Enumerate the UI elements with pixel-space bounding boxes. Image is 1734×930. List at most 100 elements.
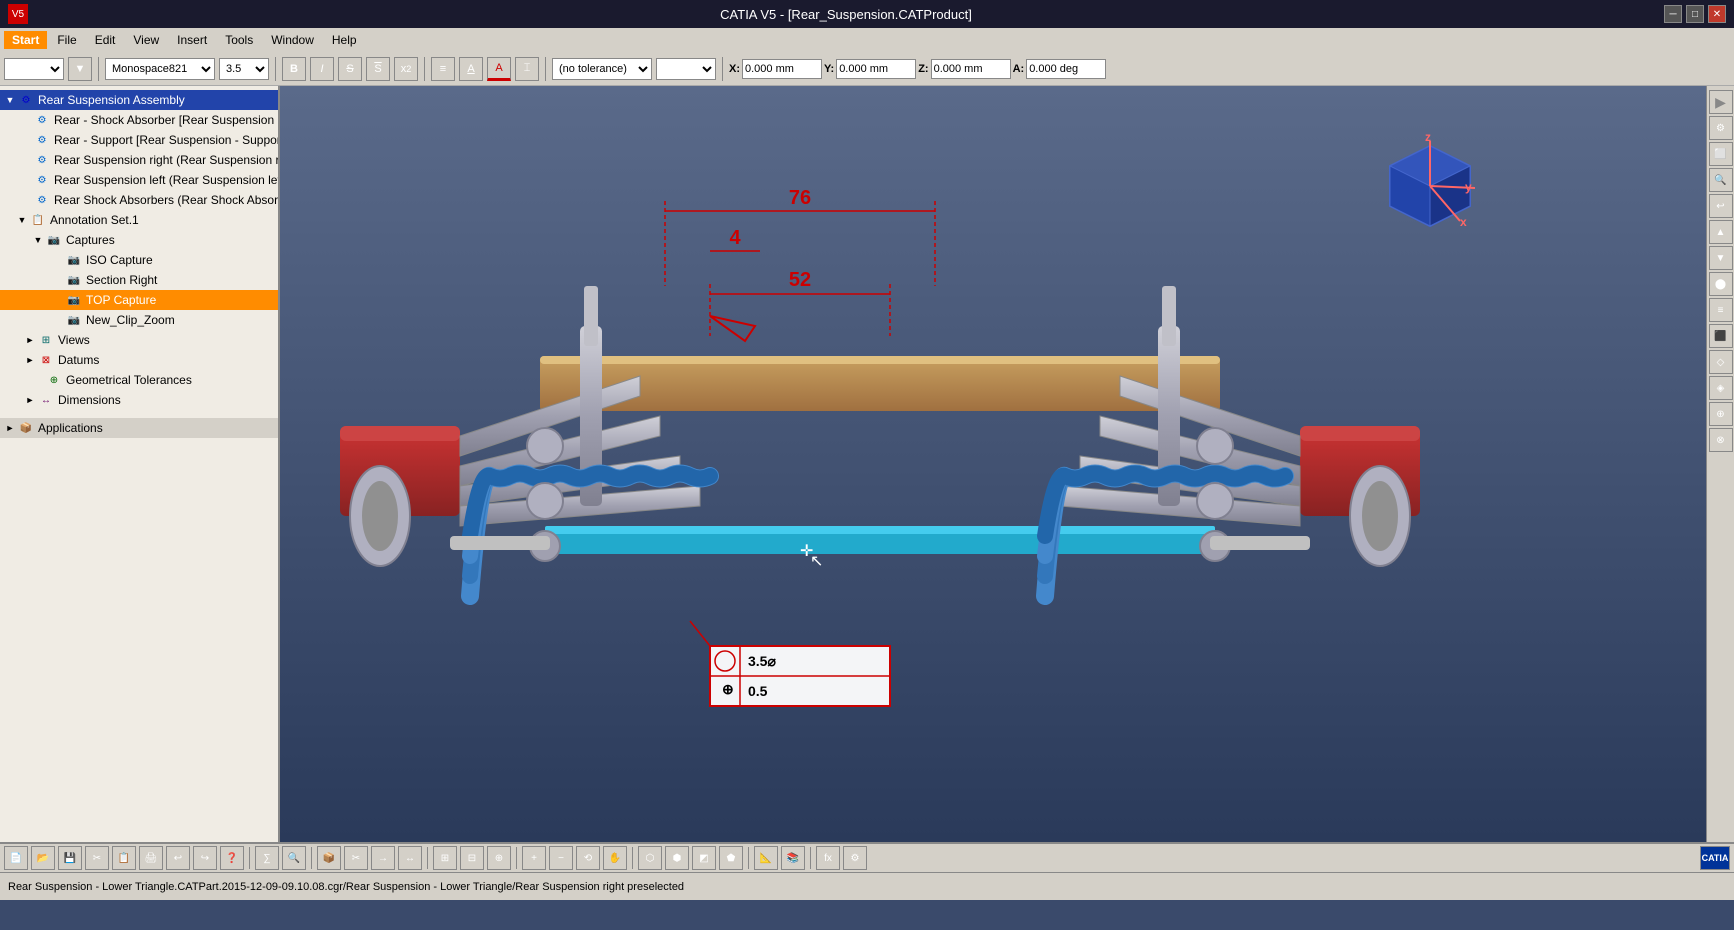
bt-open[interactable]: 📂 [31, 846, 55, 870]
expand-icon[interactable]: ► [4, 422, 16, 434]
minimize-button[interactable]: ─ [1664, 5, 1682, 23]
rt-btn-6[interactable]: ▲ [1709, 220, 1733, 244]
tree-item-iso-capture[interactable]: 📷 ISO Capture [0, 250, 278, 270]
bt-zoomin[interactable]: + [522, 846, 546, 870]
bt-persp[interactable]: ⬟ [719, 846, 743, 870]
rt-btn-2[interactable]: ⚙ [1709, 116, 1733, 140]
rt-btn-8[interactable]: ⬤ [1709, 272, 1733, 296]
rt-btn-10[interactable]: ⬛ [1709, 324, 1733, 348]
rt-btn-11[interactable]: ◇ [1709, 350, 1733, 374]
rt-btn-9[interactable]: ≡ [1709, 298, 1733, 322]
tree-item-new-clip-zoom[interactable]: 📷 New_Clip_Zoom [0, 310, 278, 330]
tree-item-section-right[interactable]: 📷 Section Right [0, 270, 278, 290]
menu-file[interactable]: File [49, 31, 84, 49]
tree-item-rear-suspension-assembly[interactable]: ▼ ⚙ Rear Suspension Assembly [0, 90, 278, 110]
expand-icon[interactable]: ▼ [4, 94, 16, 106]
sep3 [427, 847, 428, 869]
text-format-btn[interactable]: ⌶ [515, 57, 539, 81]
menu-edit[interactable]: Edit [87, 31, 124, 49]
menu-insert[interactable]: Insert [169, 31, 215, 49]
tolerance-select[interactable]: (no tolerance) [552, 58, 652, 80]
tree-item-shock-absorber[interactable]: ⚙ Rear - Shock Absorber [Rear Suspension… [0, 110, 278, 130]
tree-item-applications[interactable]: ► 📦 Applications [0, 418, 278, 438]
style-select[interactable] [4, 58, 64, 80]
color-a-button[interactable]: A [487, 57, 511, 81]
expand-icon[interactable]: ► [24, 394, 36, 406]
expand-icon[interactable]: ► [24, 354, 36, 366]
tree-item-top-capture[interactable]: 📷 TOP Capture [0, 290, 278, 310]
underline-a-button[interactable]: A [459, 57, 483, 81]
menu-tools[interactable]: Tools [217, 31, 261, 49]
bt-cut[interactable]: ✂ [85, 846, 109, 870]
close-button[interactable]: ✕ [1708, 5, 1726, 23]
rt-btn-3[interactable]: ⬜ [1709, 142, 1733, 166]
expand-icon[interactable]: ▼ [16, 214, 28, 226]
bt-arr[interactable]: → [371, 846, 395, 870]
viewport[interactable]: 76 4 52 ✛ y x z [280, 86, 1706, 842]
bt-grid[interactable]: ⊟ [460, 846, 484, 870]
rt-btn-5[interactable]: ↩ [1709, 194, 1733, 218]
expand-icon[interactable]: ► [24, 334, 36, 346]
bt-save[interactable]: 💾 [58, 846, 82, 870]
bt-move[interactable]: ↔ [398, 846, 422, 870]
bt-catalog[interactable]: 📚 [781, 846, 805, 870]
tree-item-dimensions[interactable]: ► ↔ Dimensions [0, 390, 278, 410]
tolerance-val-select[interactable] [656, 58, 716, 80]
maximize-button[interactable]: □ [1686, 5, 1704, 23]
tree-item-captures[interactable]: ▼ 📷 Captures [0, 230, 278, 250]
y-input[interactable] [836, 59, 916, 79]
bt-print[interactable]: 🖨 [139, 846, 163, 870]
align-left-button[interactable]: ≡ [431, 57, 455, 81]
bt-pan[interactable]: ✋ [603, 846, 627, 870]
bt-fit[interactable]: ⟲ [576, 846, 600, 870]
rt-btn-7[interactable]: ▼ [1709, 246, 1733, 270]
a-input[interactable] [1026, 59, 1106, 79]
bt-scissor2[interactable]: ✂ [344, 846, 368, 870]
bt-measure[interactable]: 📐 [754, 846, 778, 870]
rt-btn-1[interactable]: ▶ [1709, 90, 1733, 114]
bt-formula[interactable]: fx [816, 846, 840, 870]
bt-wire[interactable]: ⬡ [638, 846, 662, 870]
tree-item-shock-absorbers[interactable]: ⚙ Rear Shock Absorbers (Rear Shock Absor… [0, 190, 278, 210]
bt-zoomout[interactable]: − [549, 846, 573, 870]
tree-item-geo-tolerances[interactable]: ⊕ Geometrical Tolerances [0, 370, 278, 390]
menu-start[interactable]: Start [4, 31, 47, 49]
bt-shaded[interactable]: ⬢ [665, 846, 689, 870]
bt-copy[interactable]: 📋 [112, 846, 136, 870]
rt-btn-4[interactable]: 🔍 [1709, 168, 1733, 192]
rt-btn-14[interactable]: ⊗ [1709, 428, 1733, 452]
x-input[interactable] [742, 59, 822, 79]
italic-button[interactable]: I [310, 57, 334, 81]
expand-icon[interactable]: ▼ [32, 234, 44, 246]
tree-item-susp-right[interactable]: ⚙ Rear Suspension right (Rear Suspension… [0, 150, 278, 170]
bold-button[interactable]: B [282, 57, 306, 81]
rt-btn-13[interactable]: ⊕ [1709, 402, 1733, 426]
bt-search[interactable]: 🔍 [282, 846, 306, 870]
bt-new[interactable]: 📄 [4, 846, 28, 870]
bt-sum[interactable]: ∑ [255, 846, 279, 870]
bt-redo[interactable]: ↪ [193, 846, 217, 870]
tree-item-views[interactable]: ► ⊞ Views [0, 330, 278, 350]
rt-btn-12[interactable]: ◈ [1709, 376, 1733, 400]
size-select[interactable]: 3.5 [219, 58, 269, 80]
font-select[interactable]: Monospace821 [105, 58, 215, 80]
tree-item-annotation-set[interactable]: ▼ 📋 Annotation Set.1 [0, 210, 278, 230]
bt-help[interactable]: ❓ [220, 846, 244, 870]
bt-undo[interactable]: ↩ [166, 846, 190, 870]
overline-button[interactable]: S [366, 57, 390, 81]
superscript-button[interactable]: x2 [394, 57, 418, 81]
bt-pkg[interactable]: 📦 [317, 846, 341, 870]
z-input[interactable] [931, 59, 1011, 79]
strikethrough-button[interactable]: S [338, 57, 362, 81]
menu-help[interactable]: Help [324, 31, 365, 49]
bt-hidden[interactable]: ◩ [692, 846, 716, 870]
bt-params[interactable]: ⚙ [843, 846, 867, 870]
menu-view[interactable]: View [125, 31, 167, 49]
tree-item-susp-left[interactable]: ⚙ Rear Suspension left (Rear Suspension … [0, 170, 278, 190]
menu-window[interactable]: Window [263, 31, 322, 49]
bt-axes[interactable]: ⊕ [487, 846, 511, 870]
style-dropdown-btn[interactable]: ▼ [68, 57, 92, 81]
bt-snap[interactable]: ⊞ [433, 846, 457, 870]
tree-item-support[interactable]: ⚙ Rear - Support [Rear Suspension - Supp… [0, 130, 278, 150]
tree-item-datums[interactable]: ► ⊠ Datums [0, 350, 278, 370]
